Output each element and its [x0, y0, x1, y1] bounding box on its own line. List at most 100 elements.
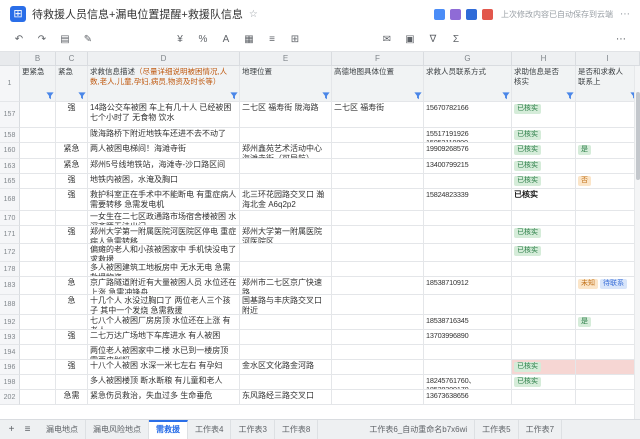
cell-B178[interactable] [20, 262, 56, 277]
collaborator-avatar[interactable] [433, 7, 446, 21]
cell-F160[interactable] [332, 143, 424, 159]
row-header-168[interactable]: 168 [0, 189, 20, 211]
cell-F202[interactable] [332, 390, 424, 405]
cell-H192[interactable] [512, 315, 576, 330]
row-header-157[interactable]: 157 [0, 102, 20, 128]
cell-I157[interactable] [576, 102, 640, 128]
row-header-196[interactable]: 196 [0, 360, 20, 375]
cell-D183[interactable]: 京广路隧道附近有大量被困人员 水位还在上涨 急需冲锋舟 [88, 277, 240, 295]
cell-E168[interactable]: 北三环花园路交叉口 瀚海北金 A6q2p2 [240, 189, 332, 211]
cell-H198[interactable]: 已核实 [512, 375, 576, 390]
cell-I183[interactable]: 未知 待联系 [576, 277, 640, 295]
cell-I168[interactable] [576, 189, 640, 211]
cell-E192[interactable] [240, 315, 332, 330]
cell-F192[interactable] [332, 315, 424, 330]
cell-H1[interactable]: 求助信息是否核实 [512, 66, 576, 102]
cell-B202[interactable] [20, 390, 56, 405]
cell-C170[interactable] [56, 211, 88, 226]
cell-E183[interactable]: 郑州市二七区京广快速路 [240, 277, 332, 295]
cell-B198[interactable] [20, 375, 56, 390]
cell-E193[interactable] [240, 330, 332, 345]
cell-I178[interactable] [576, 262, 640, 277]
col-header-G[interactable]: G [424, 52, 512, 65]
row-header-193[interactable]: 193 [0, 330, 20, 345]
cell-H158[interactable]: 已核实 [512, 128, 576, 143]
more-icon[interactable]: ⋯ [614, 34, 628, 45]
cell-B163[interactable] [20, 159, 56, 174]
cell-C168[interactable]: 强 [56, 189, 88, 211]
cell-H160[interactable]: 已核实 [512, 143, 576, 159]
cell-G170[interactable] [424, 211, 512, 226]
collaborator-avatar[interactable] [449, 7, 462, 21]
cell-I192[interactable]: 是 [576, 315, 640, 330]
cell-G158[interactable]: 15517191926 15052119890 [424, 128, 512, 143]
cell-B158[interactable] [20, 128, 56, 143]
row-header-183[interactable]: 183 [0, 277, 20, 295]
cell-D178[interactable]: 多人被困建筑工地板房中 无水无电 急需救援物资 [88, 262, 240, 277]
cell-I194[interactable] [576, 345, 640, 360]
cell-C171[interactable]: 强 [56, 226, 88, 244]
cell-C196[interactable]: 强 [56, 360, 88, 375]
row-header-194[interactable]: 194 [0, 345, 20, 360]
col-header-B[interactable]: B [20, 52, 56, 65]
cell-E178[interactable] [240, 262, 332, 277]
cell-D160[interactable]: 两人被困电梯间！海滩寺街 [88, 143, 240, 159]
insert-image-icon[interactable]: ▣ [403, 34, 417, 45]
cell-F1[interactable]: 高德地图具体位置 [332, 66, 424, 102]
cell-I160[interactable]: 是 [576, 143, 640, 159]
cell-I170[interactable] [576, 211, 640, 226]
cell-C188[interactable]: 急 [56, 295, 88, 315]
sheet-tab-5[interactable]: 工作表3 [231, 420, 275, 439]
cell-G188[interactable] [424, 295, 512, 315]
cell-F178[interactable] [332, 262, 424, 277]
format-paint-icon[interactable]: ✎ [81, 34, 95, 45]
sheet-tab-4[interactable]: 工作表4 [188, 420, 232, 439]
cell-I202[interactable] [576, 390, 640, 405]
cell-G163[interactable]: 13400799215 [424, 159, 512, 174]
cell-D202[interactable]: 紧急伤员救治，失血过多 生命垂危 [88, 390, 240, 405]
cell-E202[interactable]: 东风路经三路交叉口 [240, 390, 332, 405]
cell-F196[interactable] [332, 360, 424, 375]
cell-E158[interactable] [240, 128, 332, 143]
cell-D158[interactable]: 陇海路桥下附近地铁车还进不去不动了 [88, 128, 240, 143]
cell-F171[interactable] [332, 226, 424, 244]
row-header-172[interactable]: 172 [0, 244, 20, 262]
cell-E171[interactable]: 郑州大学第一附属医院河医院区 [240, 226, 332, 244]
cell-B188[interactable] [20, 295, 56, 315]
comment-icon[interactable]: ✉ [380, 34, 394, 45]
cell-D163[interactable]: 郑州5号线地铁站，海滩寺-沙口路区间 [88, 159, 240, 174]
cell-C183[interactable]: 急 [56, 277, 88, 295]
cell-B170[interactable] [20, 211, 56, 226]
currency-icon[interactable]: ¥ [173, 34, 187, 45]
cell-D188[interactable]: 十几个人 水没过胸口了 两位老人三个孩子 其中一个发烧 急需救援 [88, 295, 240, 315]
cell-F198[interactable] [332, 375, 424, 390]
cell-H172[interactable]: 已核实 [512, 244, 576, 262]
cell-D193[interactable]: 二七万达广场地下车库进水 有人被困 [88, 330, 240, 345]
cell-C172[interactable] [56, 244, 88, 262]
cell-H194[interactable] [512, 345, 576, 360]
collaborator-avatar[interactable] [481, 7, 494, 21]
cell-H171[interactable]: 已核实 [512, 226, 576, 244]
cell-F165[interactable] [332, 174, 424, 189]
cell-B192[interactable] [20, 315, 56, 330]
row-header-1[interactable]: 1 [0, 66, 20, 102]
cell-F172[interactable] [332, 244, 424, 262]
col-header-E[interactable]: E [240, 52, 332, 65]
cell-H163[interactable]: 已核实 [512, 159, 576, 174]
cell-E160[interactable]: 郑州鑫苑艺术活动中心 海滩寺街（可导航） [240, 143, 332, 159]
cell-F183[interactable] [332, 277, 424, 295]
percent-icon[interactable]: % [196, 34, 210, 45]
cell-F188[interactable] [332, 295, 424, 315]
functions-icon[interactable]: Σ [449, 34, 463, 45]
sheet-tab-7[interactable]: 工作表6_自动重命名b7x6wi [362, 420, 476, 439]
cell-G192[interactable]: 18538716345 [424, 315, 512, 330]
add-sheet-icon[interactable]: + [5, 424, 18, 435]
cell-G196[interactable] [424, 360, 512, 375]
cell-D165[interactable]: 地铁内被困，水淹及胸口 [88, 174, 240, 189]
cell-E196[interactable]: 金水区文化路金河路 [240, 360, 332, 375]
row-header-171[interactable]: 171 [0, 226, 20, 244]
cell-I198[interactable] [576, 375, 640, 390]
more-options-icon[interactable]: ⋯ [620, 9, 630, 20]
row-header-178[interactable]: 178 [0, 262, 20, 277]
cell-D1[interactable]: 求救信息描述（尽量详细说明被困情况,人数,老人,儿童,孕妇,病员,物资及时长等） [88, 66, 240, 102]
